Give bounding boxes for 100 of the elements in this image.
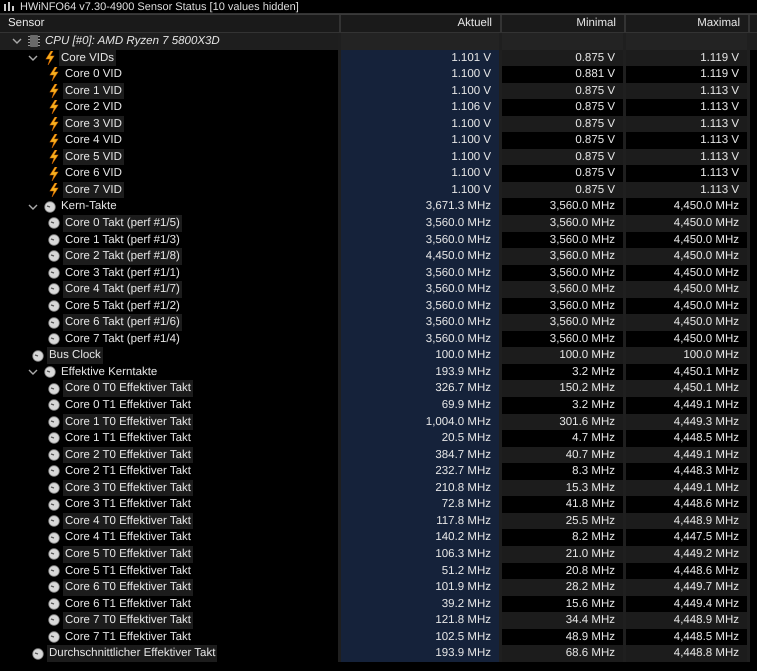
clock-icon: [48, 498, 60, 512]
sensor-label[interactable]: Core 2 T0 Effektiver Takt: [63, 446, 193, 464]
sensor-label[interactable]: Core 2 T1 Effektiver Takt: [63, 463, 193, 480]
sensor-label[interactable]: Core 7 Takt (perf #1/4): [63, 330, 182, 348]
clock-icon: [48, 464, 60, 478]
sensor-label[interactable]: Effektive Kerntakte: [59, 364, 160, 380]
clock-icon: [48, 414, 60, 429]
value-cell: 1.100 V: [341, 182, 502, 198]
sensor-label[interactable]: Core 4 T1 Effektiver Takt: [63, 529, 193, 546]
window-title: HWiNFO64 v7.30-4900 Sensor Status [10 values hidden]: [20, 0, 299, 12]
clock-icon: [48, 630, 60, 644]
value-cell: 3,560.0 MHz: [341, 330, 502, 348]
value-cell: 3,560.0 MHz: [341, 215, 502, 232]
sensor-label[interactable]: Core 1 T0 Effektiver Takt: [63, 414, 193, 430]
value-cell: 1.100 V: [341, 116, 502, 132]
value-cell: 20.5 MHz: [341, 430, 502, 447]
sensor-label[interactable]: Core 0 Takt (perf #1/5): [63, 215, 182, 232]
value-cell: 3,560.0 MHz: [502, 281, 626, 298]
value-cell: 0.875 V: [502, 82, 626, 100]
value-cell: 3,560.0 MHz: [341, 298, 502, 314]
clock-icon: [48, 316, 60, 330]
value-cell: 21.0 MHz: [502, 546, 626, 562]
lightning-icon: [48, 117, 60, 131]
value-cell: 0.875 V: [502, 182, 626, 198]
sensor-label[interactable]: Core 3 T0 Effektiver Takt: [63, 480, 193, 496]
value-cell: 0.875 V: [502, 116, 626, 132]
lightning-icon: [48, 84, 60, 98]
sensor-label[interactable]: Bus Clock: [47, 347, 103, 364]
sensor-label[interactable]: Durchschnittlicher Effektiver Takt: [47, 645, 218, 662]
sensor-label[interactable]: Core 4 Takt (perf #1/7): [63, 281, 182, 298]
sensor-label[interactable]: Core 2 Takt (perf #1/8): [63, 248, 182, 265]
sensor-label[interactable]: Core 2 VID: [63, 99, 124, 116]
sensor-label[interactable]: Core 6 T1 Effektiver Takt: [63, 596, 193, 612]
clock-icon: [48, 481, 60, 496]
value-cell: 1.119 V: [626, 50, 750, 66]
sensor-label[interactable]: Core 7 VID: [63, 182, 124, 198]
lightning-icon: [48, 134, 60, 148]
sensor-label[interactable]: Core 1 T1 Effektiver Takt: [63, 430, 193, 447]
value-cell: 1.101 V: [341, 50, 502, 66]
value-cell: 3,560.0 MHz: [502, 248, 626, 265]
sensor-label[interactable]: Core 1 VID: [63, 82, 124, 100]
value-cell: 100.0 MHz: [341, 347, 502, 364]
sensor-label[interactable]: Core 5 VID: [63, 148, 124, 166]
sensor-label[interactable]: Core 4 T0 Effektiver Takt: [63, 512, 193, 530]
value-cell: 0.875 V: [502, 50, 626, 66]
sensor-label[interactable]: Core 7 T0 Effektiver Takt: [63, 612, 193, 629]
value-cell: 1.113 V: [626, 182, 750, 198]
value-cell: 20.8 MHz: [502, 562, 626, 580]
sensor-label[interactable]: Core 6 T0 Effektiver Takt: [63, 579, 193, 596]
sensor-label[interactable]: Core 0 T0 Effektiver Takt: [63, 380, 193, 398]
sensor-label[interactable]: Core 6 VID: [63, 165, 124, 182]
sensor-label[interactable]: Core 0 T1 Effektiver Takt: [63, 397, 193, 414]
value-cell: 3,671.3 MHz: [341, 198, 502, 216]
value-cell: 4,449.7 MHz: [626, 579, 750, 596]
sensor-label[interactable]: Core 5 Takt (perf #1/2): [63, 298, 182, 314]
value-cell: 34.4 MHz: [502, 612, 626, 629]
sensor-label[interactable]: Core 5 T0 Effektiver Takt: [63, 546, 193, 562]
sensor-label[interactable]: Core 1 Takt (perf #1/3): [63, 232, 182, 248]
value-cell: 1.106 V: [341, 99, 502, 116]
value-cell: 48.9 MHz: [502, 628, 626, 646]
value-cell: 72.8 MHz: [341, 496, 502, 513]
value-cell: 4,448.9 MHz: [626, 512, 750, 530]
value-cell: 4,450.0 MHz: [626, 232, 750, 248]
lightning-icon: [44, 50, 56, 65]
sensor-label[interactable]: Kern-Takte: [59, 198, 119, 216]
value-cell: 101.9 MHz: [341, 579, 502, 596]
chevron-icon[interactable]: [28, 54, 38, 62]
sensor-label[interactable]: Core 6 Takt (perf #1/6): [63, 314, 182, 331]
sensor-label[interactable]: Core 7 T1 Effektiver Takt: [63, 628, 193, 646]
value-cell: 15.3 MHz: [502, 480, 626, 496]
chevron-icon[interactable]: [12, 37, 22, 46]
chevron-icon[interactable]: [28, 202, 38, 211]
value-cell: 4,449.1 MHz: [626, 480, 750, 496]
value-cell: 384.7 MHz: [341, 446, 502, 464]
app-icon: [4, 2, 14, 11]
sensor-label[interactable]: Core 3 VID: [63, 116, 124, 132]
clock-icon: [48, 596, 60, 611]
value-cell: 1.100 V: [341, 66, 502, 83]
sensor-label[interactable]: Core 5 T1 Effektiver Takt: [63, 562, 193, 580]
value-cell: 4,450.0 MHz: [626, 330, 750, 348]
value-cell: 4,448.8 MHz: [626, 645, 750, 662]
chevron-icon[interactable]: [28, 368, 38, 376]
value-cell: 100.0 MHz: [502, 347, 626, 364]
value-cell: 210.8 MHz: [341, 480, 502, 496]
lightning-icon: [48, 183, 60, 198]
value-cell: 4,450.1 MHz: [626, 364, 750, 380]
clock-icon: [32, 348, 44, 363]
sensor-label[interactable]: Core 3 T1 Effektiver Takt: [63, 496, 193, 513]
value-cell: 3,560.0 MHz: [502, 314, 626, 331]
sensor-label[interactable]: Core VIDs: [59, 50, 116, 66]
sensor-label[interactable]: Core 4 VID: [63, 132, 124, 149]
sensor-label[interactable]: Core 0 VID: [63, 66, 124, 83]
value-cell: 4,449.3 MHz: [626, 414, 750, 430]
clock-icon: [48, 530, 60, 545]
value-cell: 39.2 MHz: [341, 596, 502, 612]
value-cell: 193.9 MHz: [341, 364, 502, 380]
value-cell: 3.2 MHz: [502, 364, 626, 380]
clock-icon: [48, 266, 60, 280]
sensor-label[interactable]: Core 3 Takt (perf #1/1): [63, 264, 182, 282]
clock-icon: [48, 232, 60, 247]
